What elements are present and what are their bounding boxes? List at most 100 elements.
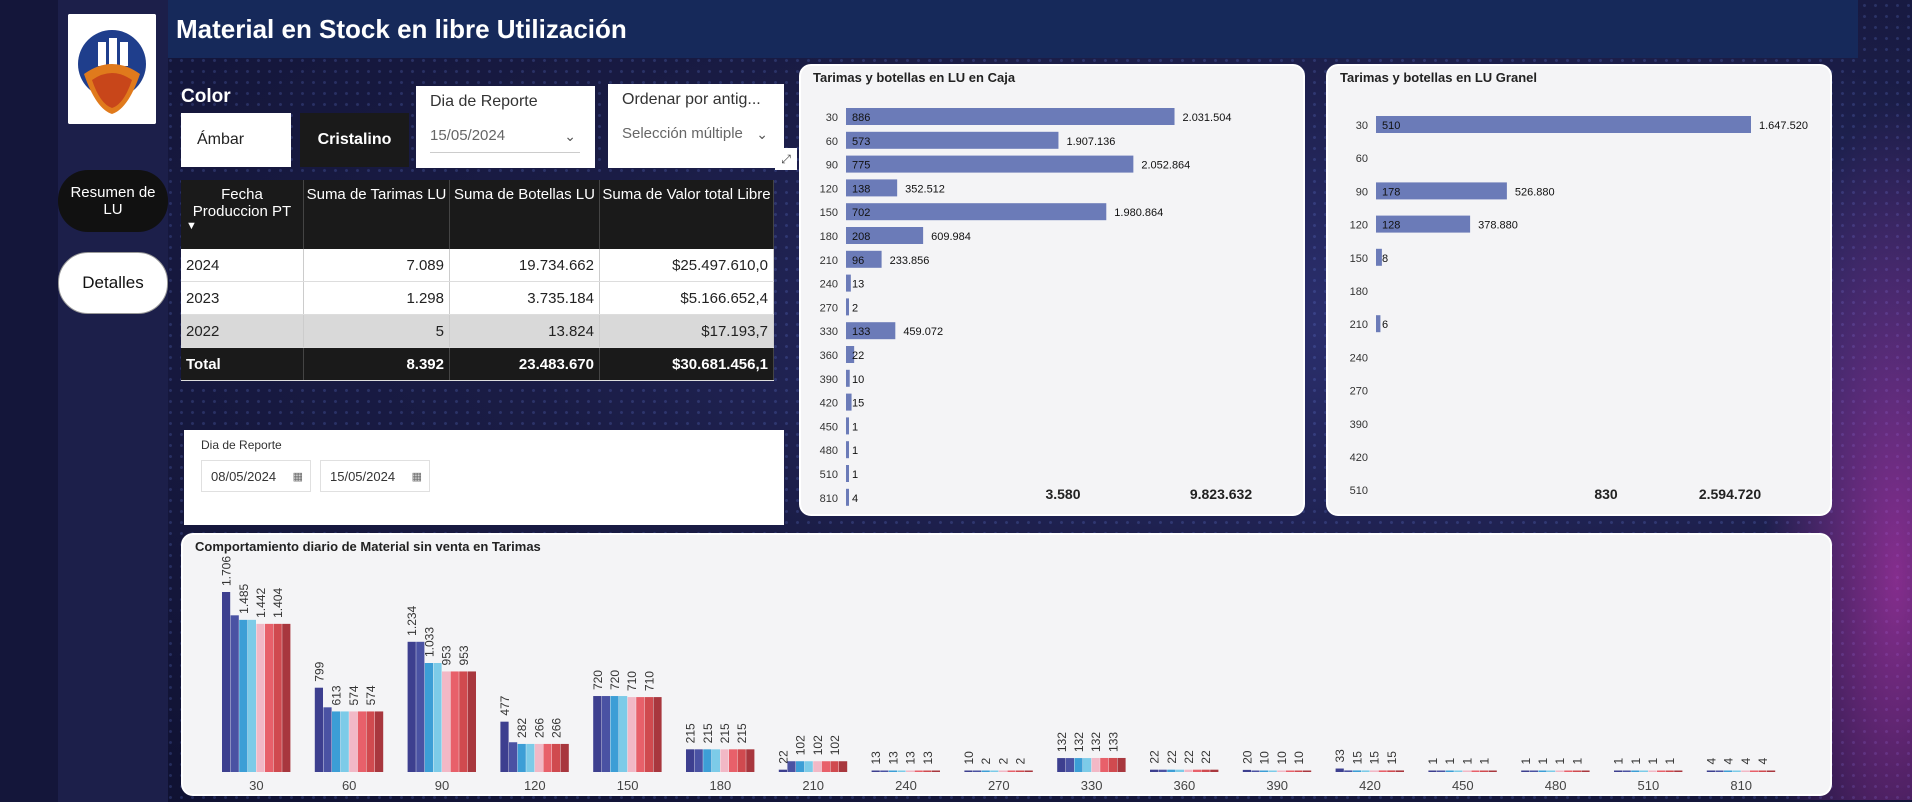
- y-tick-label: 150: [820, 207, 838, 219]
- bar: [914, 770, 923, 772]
- data-label: 132: [1055, 732, 1069, 752]
- data-label: 33: [1333, 749, 1347, 763]
- data-label: 22: [1165, 750, 1179, 764]
- bar: [897, 770, 906, 772]
- data-label: 102: [794, 735, 808, 755]
- table-header-cell[interactable]: Suma de Botellas LU: [449, 180, 600, 249]
- data-label: 233.856: [890, 255, 930, 267]
- calendar-icon: ▦: [292, 471, 303, 483]
- data-label: 775: [852, 160, 870, 172]
- data-label: 15: [1368, 751, 1382, 765]
- chart-panel-granel[interactable]: Tarimas y botellas en LU Granel 30 510 1.6…: [1326, 64, 1832, 516]
- data-label: 1: [852, 445, 858, 457]
- bar: [459, 671, 468, 772]
- expand-icon[interactable]: ⤢: [775, 148, 797, 170]
- bar: [247, 619, 256, 772]
- bar: [813, 761, 822, 772]
- chevron-down-icon: ⌄: [564, 128, 576, 144]
- bar: [534, 743, 543, 772]
- chart-granel: 30 510 1.647.520 60 90 178 526.880 120 128 378.88…: [1350, 116, 1808, 502]
- data-label: 4: [1722, 758, 1736, 765]
- data-label: 1: [1663, 758, 1677, 765]
- bar: [433, 663, 442, 772]
- x-tick-label: 90: [435, 778, 449, 793]
- bar: [1648, 770, 1657, 772]
- bar: [998, 770, 1007, 772]
- chart-panel-comportamiento[interactable]: Comportamiento diario de Material sin ve…: [181, 533, 1832, 796]
- x-tick-label: 210: [802, 778, 824, 793]
- data-label: 2: [996, 758, 1010, 765]
- bar: [1083, 758, 1092, 772]
- data-label: 1: [1478, 758, 1492, 765]
- bar: [694, 749, 703, 772]
- bar: [601, 696, 610, 772]
- left-rail: [0, 0, 58, 802]
- bar: [1251, 770, 1260, 772]
- y-tick-label: 240: [1350, 352, 1368, 364]
- data-label: 710: [642, 671, 656, 691]
- bar: [1184, 769, 1193, 772]
- dia-reporte-dropdown[interactable]: 15/05/2024 ⌄: [430, 120, 580, 153]
- bar: [1376, 248, 1382, 266]
- bar: [796, 761, 805, 772]
- bar: [593, 696, 602, 772]
- chart-panel-caja[interactable]: Tarimas y botellas en LU en Caja 30 886 2.…: [799, 64, 1305, 516]
- nav-button-resumen[interactable]: Resumen de LU: [58, 170, 168, 232]
- color-option-cristalino[interactable]: Cristalino: [300, 113, 409, 167]
- data-label: 2: [1014, 758, 1028, 765]
- data-label: 13: [921, 751, 935, 765]
- bar: [880, 770, 889, 772]
- bar: [1108, 757, 1117, 772]
- y-tick-label: 150: [1350, 253, 1368, 265]
- data-label: 1: [1443, 758, 1457, 765]
- y-tick-label: 420: [1350, 452, 1368, 464]
- bar: [1285, 770, 1294, 772]
- date-range-slicer: Dia de Reporte 08/05/2024 ▦ 15/05/2024 ▦: [184, 430, 784, 525]
- data-label: 215: [684, 723, 698, 743]
- bar: [720, 749, 729, 772]
- bar: [560, 743, 569, 772]
- dia-reporte-value: 15/05/2024: [430, 127, 506, 144]
- data-label: 13: [904, 751, 918, 765]
- y-tick-label: 420: [820, 398, 838, 410]
- x-tick-label: 270: [988, 778, 1010, 793]
- calendar-icon: ▦: [411, 471, 422, 483]
- bar: [1167, 769, 1176, 772]
- table-cell: 19.734.662: [449, 249, 600, 282]
- table-row[interactable]: 2023 1.298 3.735.184 $5.166.652,4: [181, 281, 774, 315]
- table-header-cell[interactable]: Fecha Produccion PT ▼: [181, 180, 304, 249]
- date-to-input[interactable]: 15/05/2024 ▦: [320, 460, 430, 492]
- bar: [1370, 770, 1379, 772]
- data-label: 799: [312, 661, 326, 681]
- bar: [357, 711, 366, 772]
- table-header-cell[interactable]: Suma de Tarimas LU: [303, 180, 450, 249]
- bar: [1201, 769, 1210, 772]
- data-label: 8: [1382, 253, 1388, 265]
- bar: [239, 619, 248, 772]
- data-label: 1.442: [254, 588, 268, 618]
- bar: [230, 615, 239, 772]
- table-row[interactable]: 2022 5 13.824 $17.193,7: [181, 314, 774, 348]
- bar: [1344, 770, 1353, 772]
- bar: [1242, 769, 1251, 772]
- bar: [746, 749, 755, 772]
- x-tick-label: 240: [895, 778, 917, 793]
- bar: [282, 623, 291, 772]
- color-option-ambar[interactable]: Ámbar: [181, 113, 291, 167]
- x-tick-label: 30: [249, 778, 263, 793]
- x-tick-label: 180: [710, 778, 732, 793]
- nav-button-detalles[interactable]: Detalles: [58, 252, 168, 314]
- ordenar-dropdown[interactable]: Selección múltiple ⌄: [622, 118, 772, 150]
- table-header-cell[interactable]: Suma de Valor total Libre: [599, 180, 774, 249]
- date-from-input[interactable]: 08/05/2024 ▦: [201, 460, 311, 492]
- bar: [711, 749, 720, 772]
- bar: [1749, 770, 1758, 772]
- page-title: Material en Stock en libre Utilización: [176, 14, 627, 44]
- date-to-value: 15/05/2024: [330, 469, 396, 484]
- table-row[interactable]: 2024 7.089 19.734.662 $25.497.610,0: [181, 249, 774, 282]
- bar: [1538, 770, 1547, 772]
- bar: [323, 707, 332, 772]
- bar: [703, 749, 712, 772]
- y-tick-label: 210: [1350, 319, 1368, 331]
- ordenar-label: Ordenar por antig...: [622, 91, 761, 108]
